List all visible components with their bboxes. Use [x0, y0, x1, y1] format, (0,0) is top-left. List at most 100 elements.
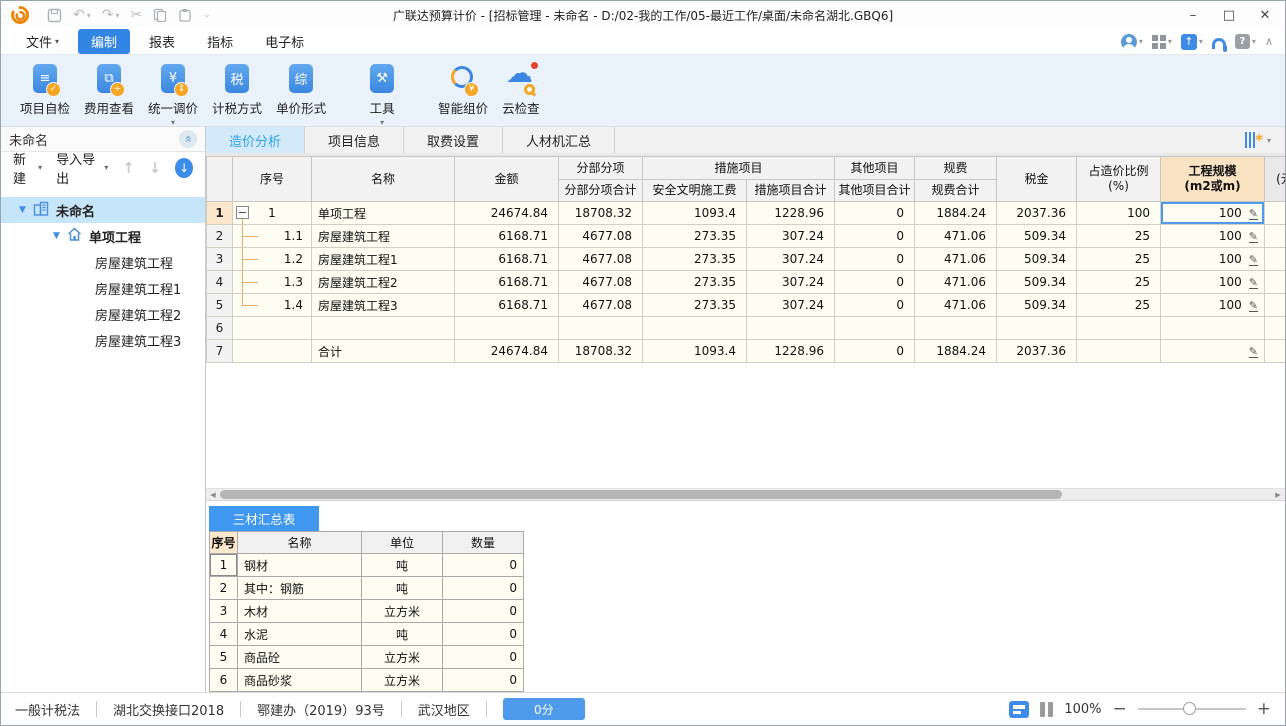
unit-price-form-button[interactable]: 综单价形式 — [269, 62, 333, 129]
tab-project-info[interactable]: 项目信息 — [305, 127, 405, 153]
cell-quantity[interactable]: 0 — [442, 576, 524, 600]
cell-tax[interactable]: 509.34 — [996, 270, 1078, 294]
tree-item-building-works[interactable]: 房屋建筑工程 — [1, 249, 205, 275]
cell-quantity[interactable]: 0 — [442, 645, 524, 669]
col-header-qtxm-total[interactable]: 其他项目合计 — [834, 179, 916, 202]
cell-seq[interactable]: 6 — [209, 668, 238, 692]
col-header-gf-total[interactable]: 规费合计 — [914, 179, 998, 202]
cell-unit[interactable]: 立方米 — [361, 599, 443, 623]
upload-icon[interactable]: ↑ ▾ — [1180, 33, 1203, 50]
status-document-number[interactable]: 鄂建办（2019）93号 — [257, 700, 385, 719]
cell-tax[interactable]: 509.34 — [996, 293, 1078, 317]
cell-amount[interactable]: 6168.71 — [454, 224, 559, 248]
cell-ratio[interactable]: 25 — [1076, 293, 1162, 317]
horizontal-scrollbar[interactable]: ◀ ▶ — [206, 488, 1285, 501]
move-down-icon[interactable]: ↓ — [149, 159, 162, 177]
menu-item-file[interactable]: 文件 ▾ — [13, 29, 72, 54]
cell-scale[interactable]: 100 — [1160, 224, 1266, 248]
cell-quantity[interactable]: 0 — [442, 599, 524, 623]
tab-labor-material-summary[interactable]: 人材机汇总 — [503, 127, 616, 153]
account-icon[interactable]: ▾ — [1120, 33, 1143, 50]
import-export-button[interactable]: 导入导出 ▾ — [56, 149, 108, 187]
cell-seq[interactable] — [232, 339, 312, 363]
cell-material-name[interactable]: 商品砂浆 — [237, 668, 362, 692]
grid-settings-button[interactable]: * ▾ — [1245, 127, 1285, 153]
copy-icon[interactable] — [153, 8, 167, 22]
row-number[interactable]: 5 — [206, 293, 233, 317]
cell-aqwm-fee[interactable] — [642, 316, 747, 340]
status-exchange-interface[interactable]: 湖北交换接口2018 — [113, 700, 224, 719]
tree-item-building-works-2[interactable]: 房屋建筑工程2 — [1, 301, 205, 327]
cell-aqwm-fee[interactable]: 273.35 — [642, 247, 747, 271]
cell-seq[interactable]: 2 — [209, 576, 238, 600]
cell-unit[interactable]: 立方米 — [361, 668, 443, 692]
cell-tax[interactable]: 2037.36 — [996, 339, 1078, 363]
row-number[interactable]: 4 — [206, 270, 233, 294]
cell-tax[interactable]: 509.34 — [996, 224, 1078, 248]
cell-name[interactable]: 房屋建筑工程3 — [311, 293, 455, 317]
cell-fbfx-total[interactable]: 4677.08 — [558, 224, 643, 248]
cell-ratio[interactable]: 100 — [1076, 201, 1162, 225]
cell-csxm-total[interactable] — [745, 316, 836, 340]
cell-quantity[interactable]: 0 — [442, 553, 524, 577]
cell-gf-total[interactable]: 1884.24 — [914, 339, 998, 363]
row-number[interactable]: 2 — [206, 224, 233, 248]
status-region[interactable]: 武汉地区 — [418, 700, 470, 719]
cell-seq[interactable]: 1.4 — [232, 293, 312, 317]
col-header-tax[interactable]: 税金 — [996, 156, 1078, 202]
cell-partial[interactable] — [1264, 224, 1285, 248]
tree-item-building-works-1[interactable]: 房屋建筑工程1 — [1, 275, 205, 301]
cell-aqwm-fee[interactable]: 273.35 — [642, 293, 747, 317]
zoom-in-icon[interactable]: + — [1257, 701, 1271, 718]
edit-pencil-icon[interactable] — [1248, 254, 1259, 266]
cell-qtxm-total[interactable]: 0 — [834, 201, 916, 225]
cell-seq[interactable]: 1.1 — [232, 224, 312, 248]
cell-fbfx-total[interactable]: 4677.08 — [558, 270, 643, 294]
col-header-scale[interactable]: 工程规模 (m2或m) — [1160, 156, 1266, 202]
layout-horizontal-icon[interactable] — [1009, 700, 1030, 718]
cell-tax[interactable] — [996, 316, 1078, 340]
edit-pencil-icon[interactable] — [1248, 346, 1259, 358]
cell-csxm-total[interactable]: 307.24 — [745, 224, 836, 248]
cell-scale[interactable]: 100 — [1160, 270, 1266, 294]
row-number[interactable]: 3 — [206, 247, 233, 271]
cell-qtxm-total[interactable]: 0 — [834, 339, 916, 363]
tab-fee-settings[interactable]: 取费设置 — [404, 127, 504, 153]
expand-all-icon[interactable]: ↓ — [175, 157, 193, 178]
cell-ratio[interactable]: 25 — [1076, 270, 1162, 294]
cell-ratio[interactable]: 25 — [1076, 224, 1162, 248]
cell-partial[interactable] — [1264, 339, 1285, 363]
cell-ratio[interactable]: 25 — [1076, 247, 1162, 271]
cell-amount[interactable]: 6168.71 — [454, 247, 559, 271]
sidebar-collapse-icon[interactable]: » — [179, 130, 197, 148]
cell-qtxm-total[interactable]: 0 — [834, 224, 916, 248]
cell-qtxm-total[interactable]: 0 — [834, 270, 916, 294]
minimize-button[interactable]: – — [1177, 4, 1209, 26]
tree-caret-icon[interactable]: ▼ — [19, 205, 31, 215]
row-number[interactable]: 6 — [206, 316, 233, 340]
cell-tax[interactable]: 509.34 — [996, 247, 1078, 271]
tax-method-button[interactable]: 税计税方式 — [205, 62, 269, 129]
cut-icon[interactable]: ✂ — [131, 7, 143, 23]
cell-material-name[interactable]: 其中：钢筋 — [237, 576, 362, 600]
cell-scale[interactable] — [1160, 316, 1266, 340]
cell-material-name[interactable]: 商品砼 — [237, 645, 362, 669]
col-header-amount[interactable]: 金额 — [454, 156, 559, 202]
cell-amount[interactable]: 6168.71 — [454, 293, 559, 317]
cell-name[interactable]: 房屋建筑工程1 — [311, 247, 455, 271]
close-button[interactable]: ✕ — [1249, 4, 1281, 26]
cell-partial[interactable] — [1264, 316, 1285, 340]
cell-scale[interactable] — [1160, 339, 1266, 363]
cell-qtxm-total[interactable]: 0 — [834, 247, 916, 271]
cell-csxm-total[interactable]: 307.24 — [745, 247, 836, 271]
cell-gf-total[interactable]: 471.06 — [914, 293, 998, 317]
cell-gf-total[interactable]: 471.06 — [914, 270, 998, 294]
cell-scale[interactable]: 100 — [1160, 293, 1266, 317]
undo-icon[interactable]: ↶ ▾ — [73, 7, 91, 23]
cell-csxm-total[interactable]: 307.24 — [745, 270, 836, 294]
scroll-left-icon[interactable]: ◀ — [206, 491, 220, 499]
cell-unit[interactable]: 吨 — [361, 576, 443, 600]
bottom-col-header-2[interactable]: 单位 — [361, 531, 443, 554]
col-header-fbfx-total[interactable]: 分部分项合计 — [558, 179, 643, 202]
maximize-button[interactable]: □ — [1213, 4, 1245, 26]
